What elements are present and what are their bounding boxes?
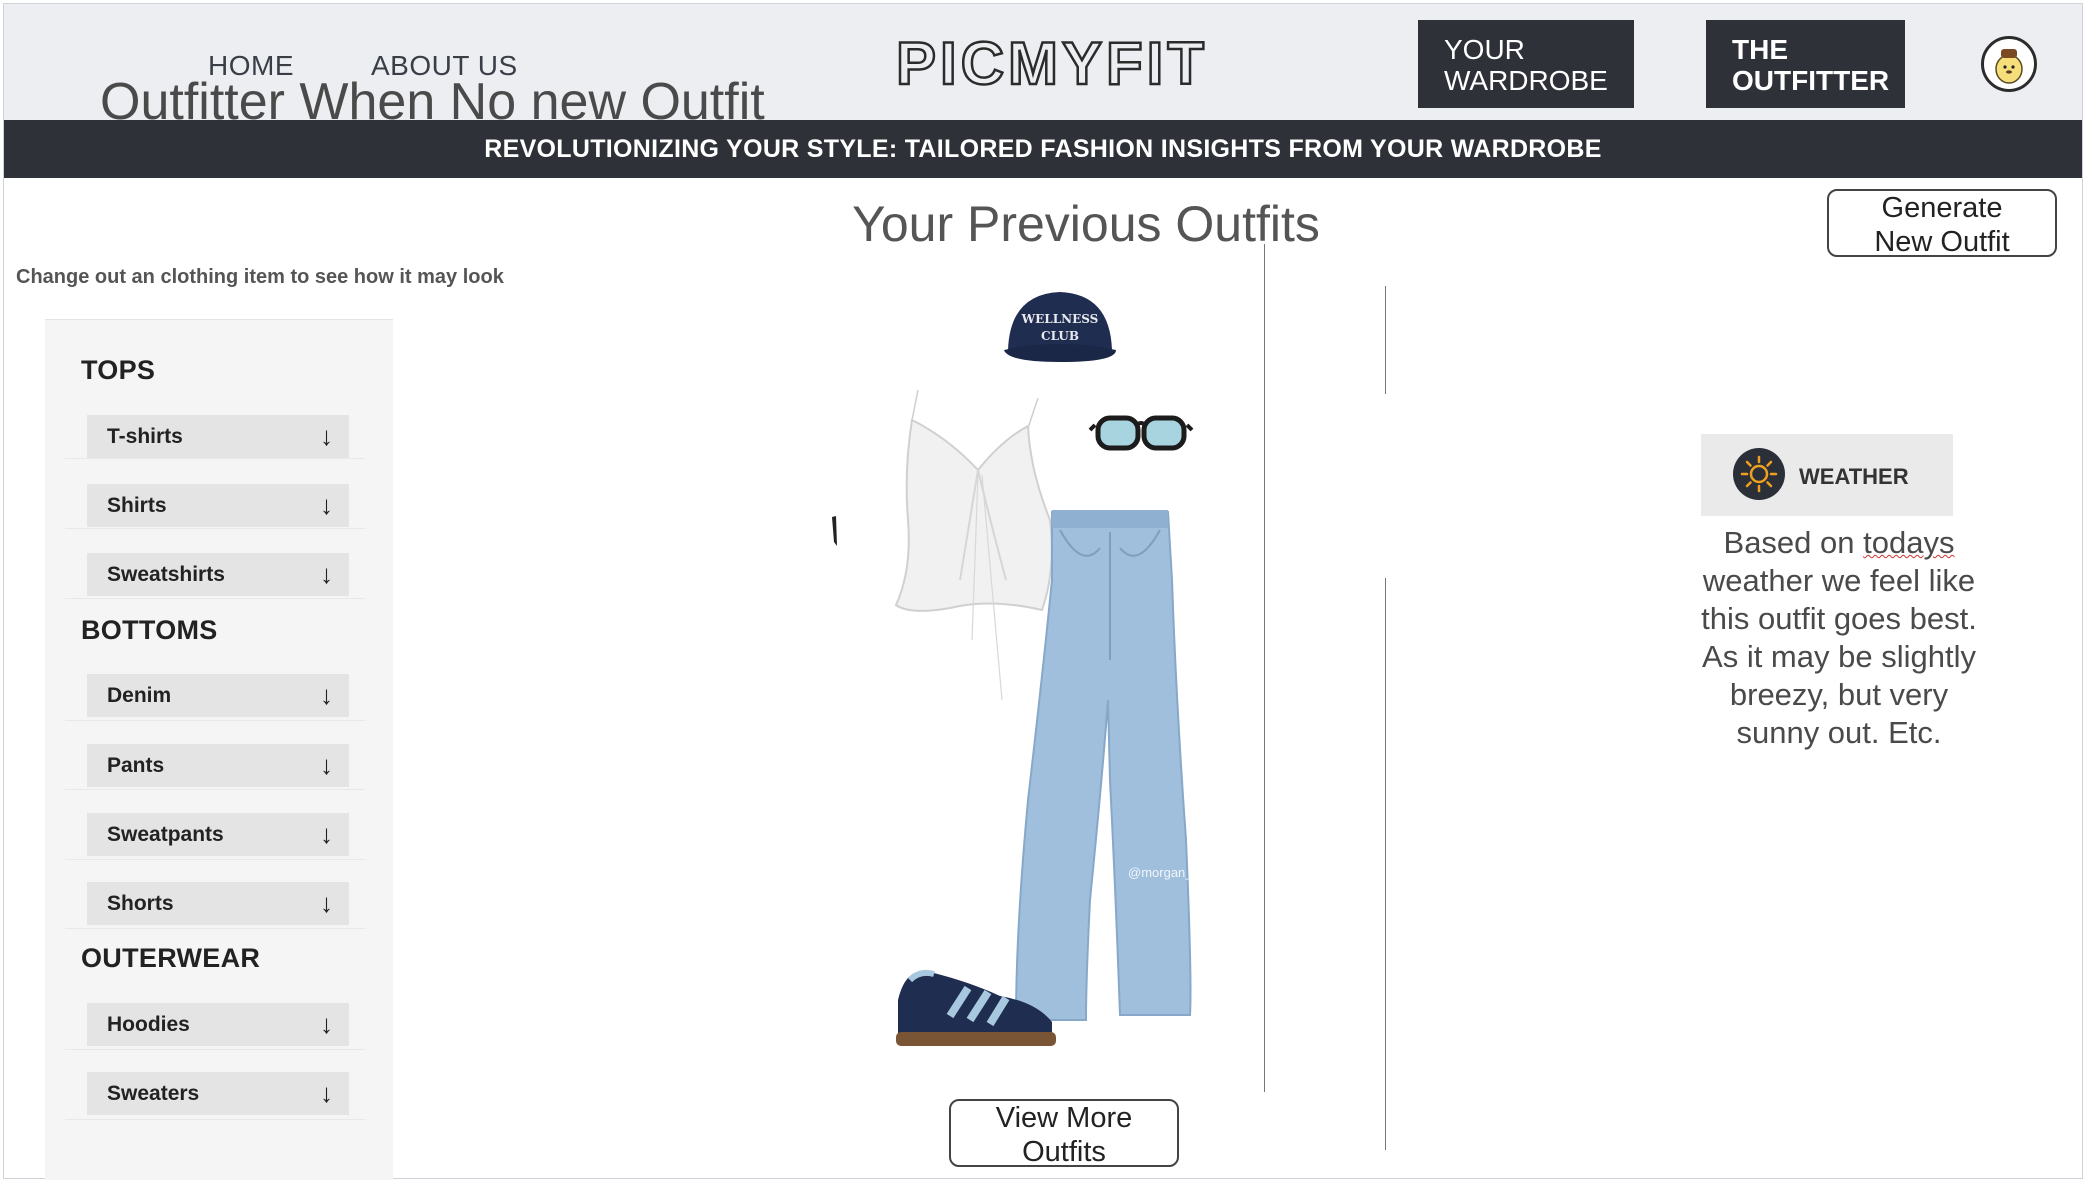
- arrow-down-icon: ↓: [320, 1009, 333, 1039]
- dropdown-label: Hoodies: [107, 1013, 190, 1036]
- weather-line-6: sunny out. Etc.: [1736, 715, 1942, 750]
- dropdown-label: T-shirts: [107, 425, 183, 448]
- category-outerwear: OUTERWEAR: [81, 943, 261, 973]
- weather-badge[interactable]: WEATHER: [1701, 434, 1953, 516]
- wardrobe-btn-line1: YOUR: [1444, 34, 1525, 65]
- dropdown-hoodies[interactable]: Hoodies ↓: [87, 1003, 349, 1046]
- category-bottoms: BOTTOMS: [81, 615, 218, 645]
- arrow-down-icon: ↓: [320, 421, 333, 451]
- weather-line-1a: Based on: [1723, 525, 1864, 560]
- the-outfitter-button[interactable]: THE OUTFITTER: [1706, 20, 1905, 108]
- dropdown-label: Sweaters: [107, 1082, 200, 1105]
- clothing-sidebar: TOPS T-shirts ↓ Shirts ↓ Sweatshirts ↓ B…: [45, 319, 393, 1180]
- arrow-down-icon: ↓: [320, 888, 333, 918]
- dropdown-label: Sweatpants: [107, 823, 224, 846]
- dropdown-sweatshirts[interactable]: Sweatshirts ↓: [87, 553, 349, 596]
- outfitter-btn-line1: THE: [1732, 34, 1788, 65]
- site-header: HOME ABOUT US Outfitter When No new Outf…: [4, 4, 2082, 130]
- your-wardrobe-button[interactable]: YOUR WARDROBE: [1418, 20, 1634, 108]
- divider-line: [1264, 244, 1265, 1092]
- arrow-down-icon: ↓: [320, 819, 333, 849]
- hint-text: Change out an clothing item to see how i…: [16, 266, 504, 288]
- cap-text-2: CLUB: [1041, 329, 1079, 343]
- arrow-down-icon: ↓: [320, 559, 333, 589]
- weather-line-2: weather we feel like: [1702, 563, 1976, 598]
- wardrobe-btn-line2: WARDROBE: [1444, 65, 1608, 96]
- weather-line-4: As it may be slightly: [1702, 639, 1976, 674]
- dropdown-tshirts[interactable]: T-shirts ↓: [87, 415, 349, 458]
- divider-line: [1385, 286, 1386, 394]
- tagline-banner: REVOLUTIONIZING YOUR STYLE: TAILORED FAS…: [4, 120, 2082, 178]
- dropdown-shorts[interactable]: Shorts ↓: [87, 882, 349, 925]
- dropdown-label: Shorts: [107, 892, 174, 915]
- gen-btn-line2: New Outfit: [1874, 226, 2010, 258]
- view-more-outfits-button[interactable]: View More Outfits: [949, 1099, 1179, 1168]
- cap-image[interactable]: WELLNESS CLUB: [1004, 292, 1116, 362]
- dropdown-denim[interactable]: Denim ↓: [87, 674, 349, 717]
- weather-line-1b: todays: [1863, 525, 1955, 560]
- view-btn-line2: Outfits: [1022, 1136, 1106, 1168]
- cap-text-1: WELLNESS: [1021, 312, 1099, 326]
- dropdown-sweatpants[interactable]: Sweatpants ↓: [87, 813, 349, 856]
- category-tops: TOPS: [81, 355, 156, 385]
- weather-description: Based on todays weather we feel like thi…: [1668, 524, 2010, 752]
- arrow-down-icon: ↓: [320, 490, 333, 520]
- watermark-text: @morgan_active: [1128, 865, 1226, 880]
- cami-top-image[interactable]: [894, 389, 1053, 701]
- arrow-down-icon: ↓: [320, 750, 333, 780]
- dropdown-label: Sweatshirts: [107, 563, 225, 586]
- outfitter-btn-line2: OUTFITTER: [1732, 65, 1890, 96]
- sunglasses-image[interactable]: [1088, 415, 1194, 451]
- weather-line-3: this outfit goes best.: [1701, 601, 1977, 636]
- weather-label: WEATHER: [1799, 464, 1909, 489]
- crop-artifact: [832, 516, 837, 546]
- user-avatar[interactable]: [1981, 36, 2037, 92]
- logo-text: PICMYFIT: [896, 34, 1208, 96]
- arrow-down-icon: ↓: [320, 680, 333, 710]
- view-btn-line1: View More: [995, 1102, 1133, 1134]
- arrow-down-icon: ↓: [320, 1078, 333, 1108]
- dropdown-sweaters[interactable]: Sweaters ↓: [87, 1072, 349, 1115]
- dropdown-label: Denim: [107, 684, 172, 707]
- generate-new-outfit-button[interactable]: Generate New Outfit: [1827, 189, 2057, 258]
- dropdown-label: Pants: [107, 754, 165, 777]
- gen-btn-line1: Generate: [1881, 192, 2003, 224]
- pompompurin-avatar-icon: [1995, 49, 2023, 84]
- outfit-collage: WELLNESS CLUB @morgan_active: [832, 292, 1226, 1046]
- dropdown-pants[interactable]: Pants ↓: [87, 744, 349, 787]
- dropdown-shirts[interactable]: Shirts ↓: [87, 484, 349, 527]
- section-title: Your Previous Outfits: [852, 196, 1320, 252]
- weather-line-5: breezy, but very: [1729, 677, 1949, 712]
- picmyfit-logo[interactable]: PICMYFIT: [882, 34, 1222, 96]
- divider-line: [1385, 578, 1386, 1150]
- dropdown-label: Shirts: [107, 494, 167, 517]
- sun-icon: [1733, 448, 1785, 500]
